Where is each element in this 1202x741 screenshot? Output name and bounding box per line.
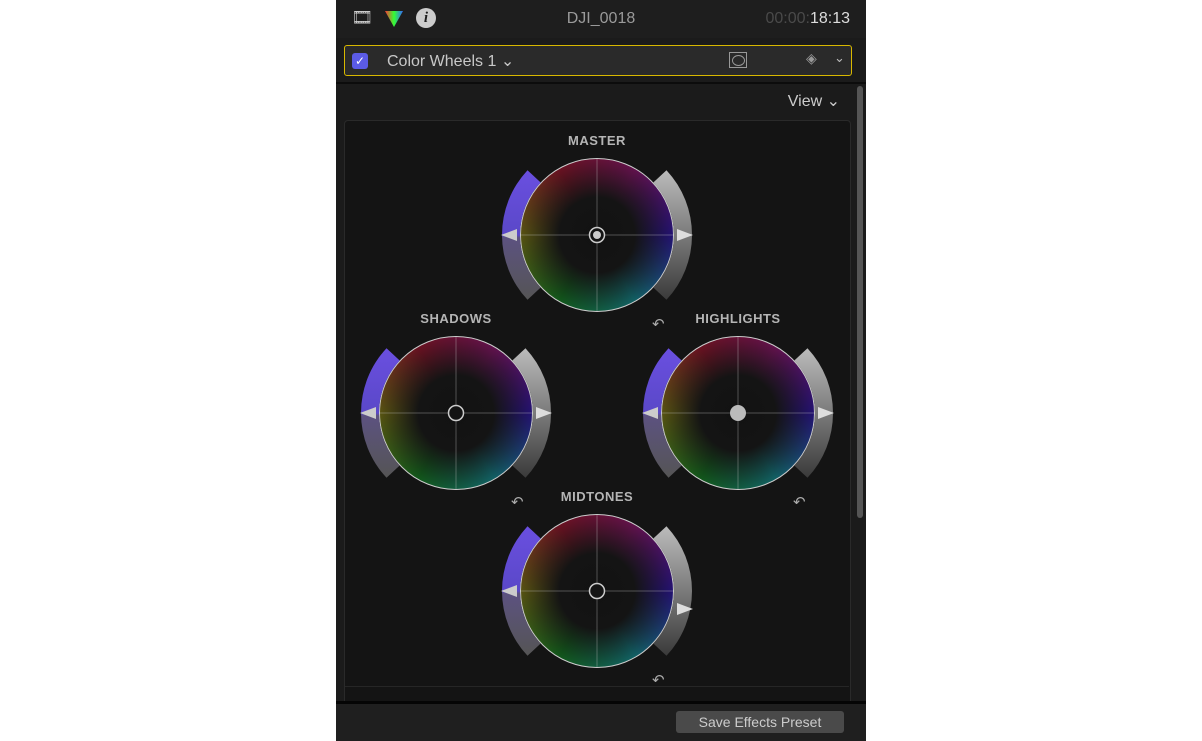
chevron-down-icon[interactable]: ⌄	[834, 50, 845, 66]
color-puck[interactable]	[447, 404, 465, 422]
save-effects-preset-button[interactable]: Save Effects Preset	[676, 711, 844, 733]
effect-name-dropdown[interactable]: Color Wheels 1 ⌄	[387, 51, 514, 71]
highlights-color-wheel[interactable]: HIGHLIGHTS ↶	[618, 311, 858, 513]
inspector-panel: 🎞 i DJI_0018 00:00:18:13 ✓ Color Wheels …	[336, 0, 866, 741]
inspector-header: 🎞 i DJI_0018 00:00:18:13	[336, 0, 866, 38]
color-puck[interactable]	[730, 405, 746, 421]
shape-mask-icon[interactable]	[729, 52, 747, 68]
shadows-color-wheel[interactable]: SHADOWS ↶	[336, 311, 576, 513]
timecode-prefix: 00:00:	[765, 10, 810, 27]
timecode: 00:00:18:13	[765, 10, 850, 28]
midtones-color-wheel[interactable]: MIDTONES ↶	[477, 489, 717, 691]
effect-enabled-checkbox[interactable]: ✓	[352, 53, 368, 69]
reset-icon[interactable]: ↶	[652, 671, 665, 689]
reset-icon[interactable]: ↶	[793, 493, 806, 511]
view-menu[interactable]: View ⌄	[788, 91, 840, 111]
master-color-wheel[interactable]: MASTER ↶	[477, 133, 717, 335]
keyframe-icon[interactable]: ◈	[806, 50, 817, 67]
inspector-footer: Save Effects Preset	[336, 704, 866, 741]
timecode-value: 18:13	[809, 10, 850, 27]
effect-header[interactable]: ✓ Color Wheels 1 ⌄ ◈ ⌄	[344, 45, 852, 76]
divider	[336, 82, 866, 84]
color-puck[interactable]	[588, 226, 606, 244]
color-puck[interactable]	[588, 582, 606, 600]
